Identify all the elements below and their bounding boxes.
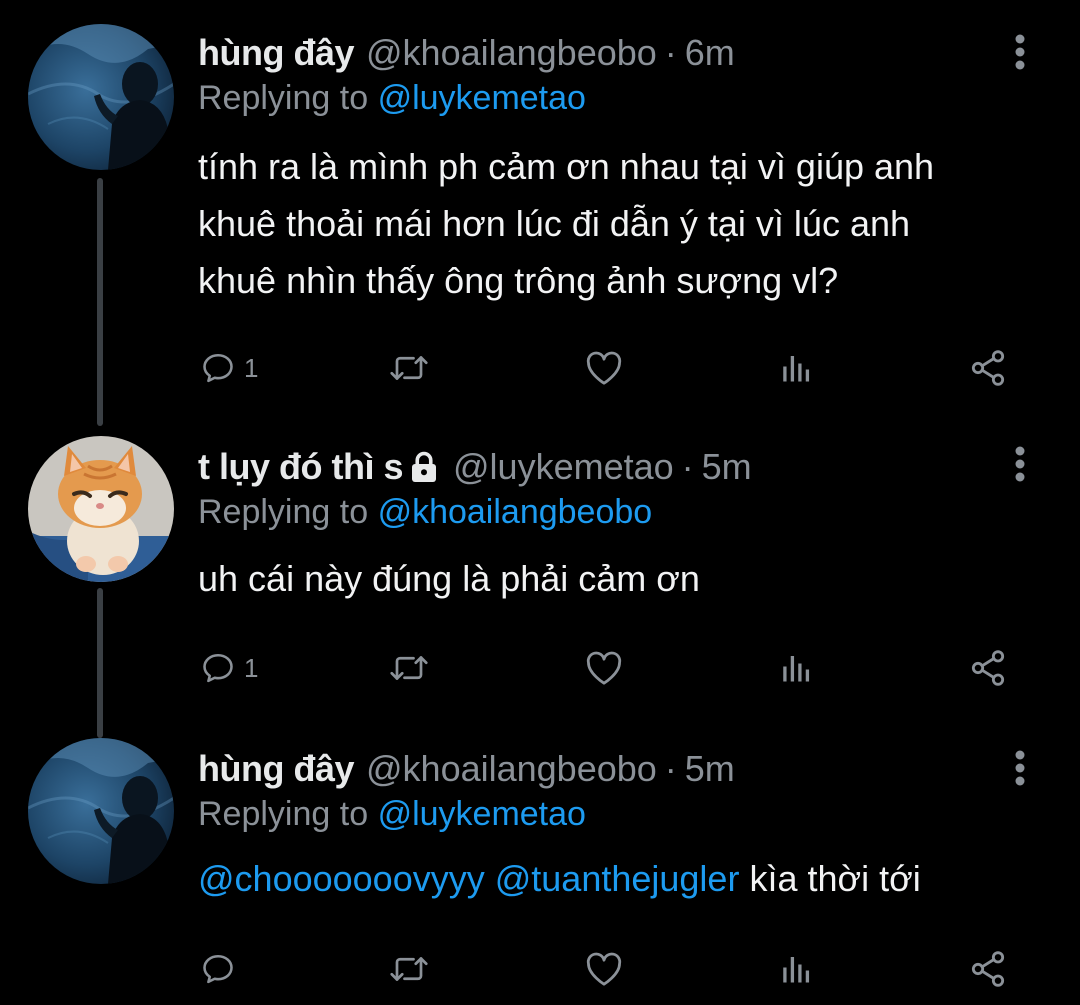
reply-button[interactable] xyxy=(200,946,244,992)
display-name[interactable]: hùng đây xyxy=(198,746,355,792)
retweet-icon xyxy=(390,656,428,680)
ocean-figure-avatar xyxy=(28,24,174,170)
reply-icon xyxy=(203,653,233,683)
share-button[interactable] xyxy=(968,645,1008,691)
tweet-header: hùng đây @khoailangbeobo · 5m xyxy=(198,746,1040,792)
tweet-header: hùng đây @khoailangbeobo · 6m xyxy=(198,30,1040,76)
timestamp[interactable]: 6m xyxy=(685,30,735,76)
tweet[interactable]: hùng đây @khoailangbeobo · 6m Replying t… xyxy=(0,0,1080,410)
replying-to-line: Replying to @luykemetao xyxy=(198,792,1040,836)
username[interactable]: @luykemetao xyxy=(453,444,674,490)
tweet[interactable]: hùng đây @khoailangbeobo · 5m Replying t… xyxy=(0,720,1080,1005)
display-name[interactable]: hùng đây xyxy=(198,30,355,76)
tweet[interactable]: t lụy đó thì s @luykemetao · 5m Replying… xyxy=(0,410,1080,720)
share-icon xyxy=(971,650,1005,686)
views-button[interactable] xyxy=(778,645,814,691)
more-options-button[interactable] xyxy=(1000,744,1040,792)
tweet-header: t lụy đó thì s @luykemetao · 5m xyxy=(198,444,1040,490)
orange-cat-avatar xyxy=(28,436,174,582)
tweet-text: @chooooooovyyy @tuanthejugler kìa thời t… xyxy=(198,850,1040,907)
avatar[interactable] xyxy=(28,24,174,170)
retweet-button[interactable] xyxy=(388,345,430,391)
replying-to-line: Replying to @khoailangbeobo xyxy=(198,490,1040,534)
tweet-text-line: khuê nhìn thấy ông trông ảnh sượng vl? xyxy=(198,260,839,301)
retweet-button[interactable] xyxy=(388,645,430,691)
mention-link[interactable]: @tuanthejugler xyxy=(495,858,740,899)
reply-icon xyxy=(203,353,233,383)
more-vertical-icon xyxy=(1015,34,1025,70)
heart-icon xyxy=(586,952,622,986)
replying-to-mention[interactable]: @khoailangbeobo xyxy=(378,493,653,531)
replying-to-label: Replying to xyxy=(198,493,369,531)
analytics-icon xyxy=(783,356,810,382)
username[interactable]: @khoailangbeobo xyxy=(366,746,657,792)
display-name[interactable]: t lụy đó thì s xyxy=(198,444,404,490)
replying-to-mention[interactable]: @luykemetao xyxy=(378,79,586,117)
analytics-icon xyxy=(783,656,810,682)
share-icon xyxy=(971,951,1005,987)
reply-button[interactable]: 1 xyxy=(200,645,258,691)
ocean-figure-avatar xyxy=(28,738,174,884)
separator-dot: · xyxy=(664,32,677,73)
retweet-icon xyxy=(390,957,428,981)
more-vertical-icon xyxy=(1015,750,1025,786)
tweet-text: tính ra là mình ph cảm ơn nhau tại vì gi… xyxy=(198,138,1040,309)
separator-dot: · xyxy=(681,446,694,487)
avatar[interactable] xyxy=(28,436,174,582)
tweet-text: uh cái này đúng là phải cảm ơn xyxy=(198,550,1040,607)
tweet-actions xyxy=(198,946,1018,992)
tweet-actions: 1 xyxy=(198,645,1018,691)
like-button[interactable] xyxy=(584,946,624,992)
views-button[interactable] xyxy=(778,946,814,992)
timestamp[interactable]: 5m xyxy=(685,746,735,792)
heart-icon xyxy=(586,651,622,685)
like-button[interactable] xyxy=(584,345,624,391)
retweet-button[interactable] xyxy=(388,946,430,992)
views-button[interactable] xyxy=(778,345,814,391)
lock-icon xyxy=(412,451,436,482)
tweet-text-line: khuê thoải mái hơn lúc đi dẫn ý tại vì l… xyxy=(198,203,911,244)
reply-count: 1 xyxy=(244,352,259,383)
more-vertical-icon xyxy=(1015,446,1025,482)
separator-dot: · xyxy=(664,748,677,789)
replying-to-line: Replying to @luykemetao xyxy=(198,76,1040,120)
tweet-text-line: uh cái này đúng là phải cảm ơn xyxy=(198,558,700,599)
share-button[interactable] xyxy=(968,345,1008,391)
tweet-text-tail: kìa thời tới xyxy=(749,858,921,899)
retweet-icon xyxy=(390,356,428,380)
reply-button[interactable]: 1 xyxy=(200,345,258,391)
more-options-button[interactable] xyxy=(1000,440,1040,488)
reply-count: 1 xyxy=(244,652,259,683)
like-button[interactable] xyxy=(584,645,624,691)
replying-to-label: Replying to xyxy=(198,795,369,833)
replying-to-mention[interactable]: @luykemetao xyxy=(378,795,586,833)
username[interactable]: @khoailangbeobo xyxy=(366,30,657,76)
timestamp[interactable]: 5m xyxy=(702,444,752,490)
share-button[interactable] xyxy=(968,946,1008,992)
reply-icon xyxy=(203,954,233,984)
heart-icon xyxy=(586,351,622,385)
more-options-button[interactable] xyxy=(1000,28,1040,76)
tweet-actions: 1 xyxy=(198,345,1018,391)
replying-to-label: Replying to xyxy=(198,79,369,117)
share-icon xyxy=(971,350,1005,386)
avatar[interactable] xyxy=(28,738,174,884)
analytics-icon xyxy=(783,957,810,983)
tweet-text-line: tính ra là mình ph cảm ơn nhau tại vì gi… xyxy=(198,146,935,187)
mention-link[interactable]: @chooooooovyyy xyxy=(198,858,485,899)
